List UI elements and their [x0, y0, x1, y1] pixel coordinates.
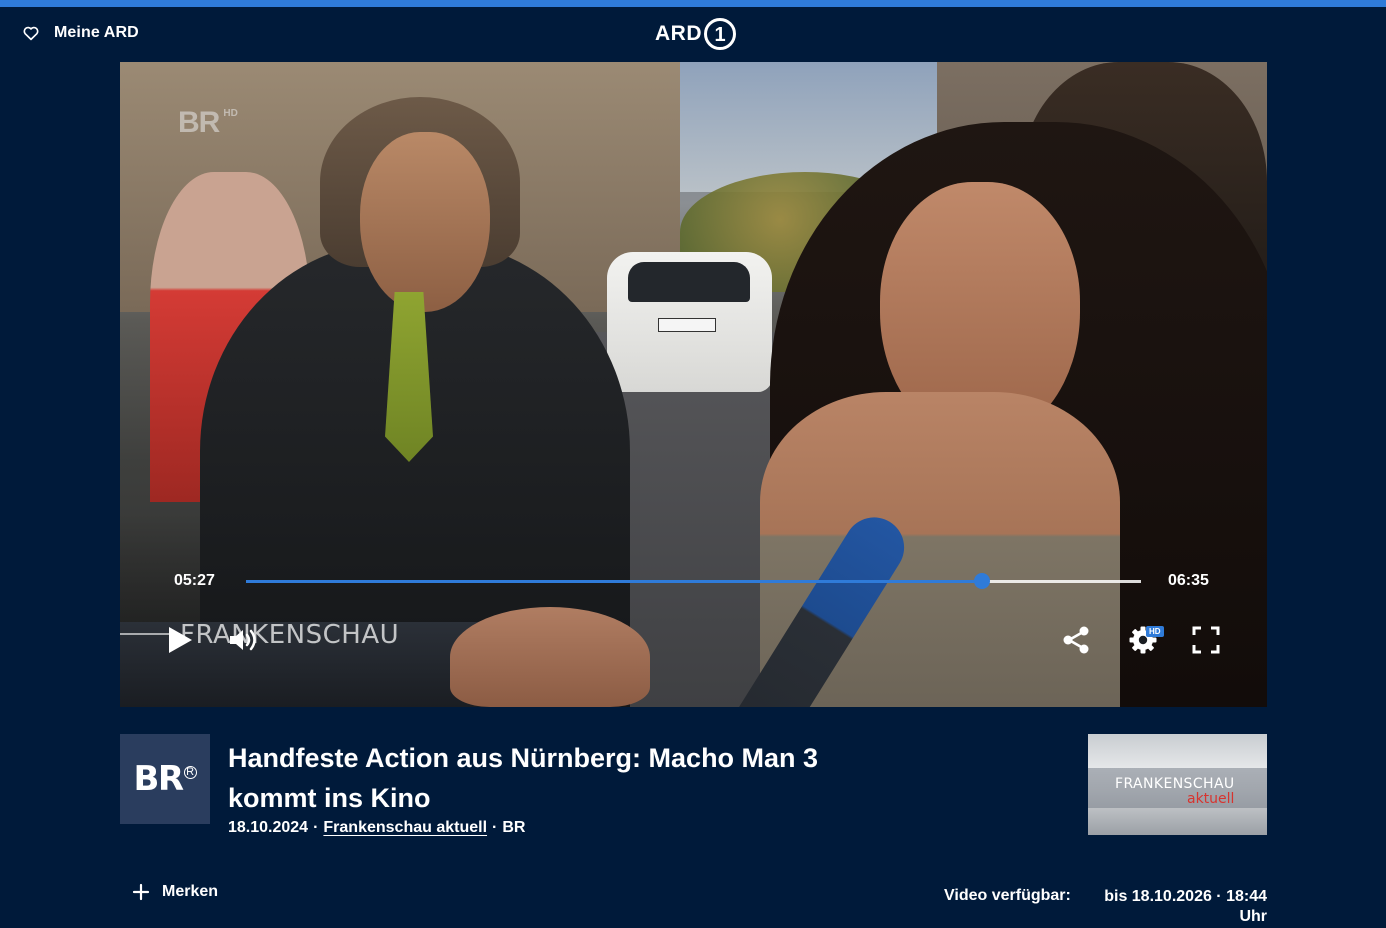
video-player[interactable]: BR HD FRANKENSCHAU 05:27 06:35 HD: [120, 62, 1267, 707]
share-icon: [1063, 626, 1089, 654]
video-meta: 18.10.2024 · Frankenschau aktuell · BR: [228, 819, 525, 837]
video-frame: [120, 62, 1267, 707]
fullscreen-button[interactable]: [1188, 622, 1224, 658]
watermark-quality: HD: [223, 108, 238, 119]
channel-logo-text: BR: [133, 759, 184, 799]
header: Meine ARD ARD 1: [0, 7, 1386, 62]
heart-icon: [23, 26, 39, 41]
video-date: 18.10.2024: [228, 819, 309, 836]
share-button[interactable]: [1058, 622, 1094, 658]
progress-bar[interactable]: [246, 573, 1141, 589]
merken-button[interactable]: Merken: [132, 883, 218, 901]
lower-third-text: FRANKENSCHAU: [180, 620, 400, 650]
thumbnail-line2: aktuell: [1187, 791, 1235, 807]
availability-label: Video verfügbar:: [944, 887, 1071, 904]
plus-icon: [132, 883, 150, 901]
show-thumbnail[interactable]: FRANKENSCHAU aktuell: [1088, 734, 1267, 835]
meta-separator: ·: [492, 819, 498, 836]
meine-ard-label: Meine ARD: [54, 24, 139, 41]
fullscreen-icon: [1192, 626, 1220, 654]
ard-logo-text: ARD: [655, 22, 702, 45]
play-icon: [169, 627, 192, 653]
ard-logo-number: 1: [714, 24, 725, 46]
ard-logo[interactable]: ARD 1: [655, 17, 737, 51]
total-time: 06:35: [1168, 572, 1209, 589]
top-accent-bar: [0, 0, 1386, 7]
meta-separator: ·: [313, 819, 319, 836]
thumbnail-line1: FRANKENSCHAU: [1115, 776, 1235, 792]
ard-one-icon: 1: [704, 18, 736, 50]
merken-label: Merken: [162, 883, 219, 900]
volume-button[interactable]: [226, 624, 262, 656]
current-time: 05:27: [174, 572, 215, 589]
watermark-channel: BR: [178, 106, 220, 139]
show-link[interactable]: Frankenschau aktuell: [323, 819, 487, 837]
availability-value: bis 18.10.2026 · 18:44 Uhr: [1104, 888, 1267, 925]
video-title: Handfeste Action aus Nürnberg: Macho Man…: [228, 743, 819, 813]
progress-fill: [246, 580, 983, 583]
hd-badge: HD: [1146, 626, 1164, 637]
volume-icon: [230, 629, 256, 651]
channel-logo[interactable]: BR R: [120, 734, 210, 824]
broadcaster: BR: [502, 819, 526, 836]
meine-ard-button[interactable]: Meine ARD: [22, 24, 139, 42]
registered-icon: R: [183, 765, 197, 779]
channel-watermark: BR HD: [178, 106, 238, 140]
play-button[interactable]: [162, 622, 198, 658]
